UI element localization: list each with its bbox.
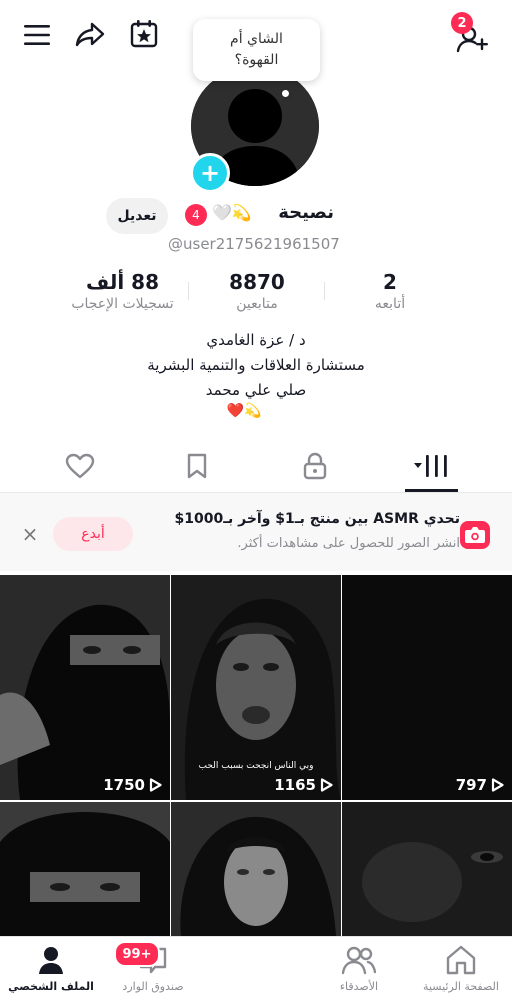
play-icon — [149, 778, 162, 792]
nav-friends-label: الأصدقاء — [339, 980, 379, 993]
view-count-value: 1165 — [274, 776, 316, 794]
menu-icon[interactable] — [22, 20, 52, 50]
username: @user2175621961507 — [168, 235, 340, 253]
likes-count[interactable]: 88 ألف — [60, 270, 185, 294]
tab-liked[interactable] — [16, 442, 144, 490]
bio-line: صلي علي محمد — [205, 381, 307, 399]
bottom-nav: الصفحة الرئيسية الأصدقاء صندوق الوارد 99… — [0, 936, 512, 1001]
stat-divider — [188, 282, 189, 300]
challenge-subtitle: انشر الصور للحصول على مشاهدات أكثر. — [237, 536, 460, 551]
stat-divider — [324, 282, 325, 300]
home-icon — [410, 945, 512, 975]
notification-badge[interactable]: 4 — [185, 204, 207, 226]
view-count: 797 — [456, 776, 504, 794]
friends-icon — [308, 945, 410, 975]
followers-label[interactable]: متابعين — [210, 296, 304, 312]
tab-saved[interactable] — [133, 442, 261, 490]
challenge-title: تحدي ASMR بين منتج بـ1$ وآخر بـ1000$ — [174, 511, 460, 527]
calendar-star-icon[interactable] — [127, 17, 161, 51]
lock-icon — [303, 452, 327, 480]
play-icon — [491, 778, 504, 792]
view-count-value: 797 — [455, 776, 487, 794]
inbox-badge: 99+ — [114, 941, 160, 967]
challenge-create-button[interactable]: أبدع — [53, 517, 133, 551]
view-count: 1165 — [274, 776, 333, 794]
nav-profile[interactable]: الملف الشخصي — [0, 937, 102, 1001]
video-thumbnail[interactable]: وبي الناس انجحت بسبب الحب 1165 — [171, 575, 341, 800]
tab-videos[interactable] — [368, 442, 496, 490]
nav-friends[interactable]: الأصدقاء — [308, 937, 410, 1001]
play-icon — [320, 778, 333, 792]
heart-icon — [65, 453, 95, 479]
camera-icon — [460, 521, 490, 549]
edit-profile-button[interactable]: تعديل — [106, 198, 168, 234]
bubble-tail — [282, 90, 289, 97]
video-caption: وبي الناس انجحت بسبب الحب — [198, 761, 314, 771]
bio-line: د / عزة الغامدي — [206, 331, 306, 349]
status-bubble[interactable]: الشاي أم القهوة؟ — [193, 19, 320, 81]
video-thumbnail[interactable]: 797 — [342, 575, 512, 800]
video-thumbnail[interactable] — [171, 802, 341, 936]
status-bubble-text: الشاي أم القهوة؟ — [230, 31, 283, 68]
nav-profile-label: الملف الشخصي — [8, 980, 94, 993]
followers-count[interactable]: 8870 — [210, 270, 304, 294]
add-avatar-button[interactable]: + — [190, 153, 230, 193]
bookmark-icon — [187, 453, 207, 479]
following-label[interactable]: أتابعه — [350, 296, 430, 312]
nav-inbox-label: صندوق الوارد — [122, 980, 184, 993]
view-count-value: 1750 — [103, 776, 145, 794]
tab-private[interactable] — [251, 442, 379, 490]
name-emoji: 🤍💫 — [212, 203, 252, 222]
profile-icon — [0, 945, 102, 975]
nav-home[interactable]: الصفحة الرئيسية — [410, 937, 512, 1001]
bio-line: مستشارة العلاقات والتنمية البشرية — [147, 356, 365, 374]
nav-home-label: الصفحة الرئيسية — [423, 980, 499, 993]
video-thumbnail[interactable] — [342, 802, 512, 936]
display-name: نصيحة — [278, 202, 334, 223]
grid-icon — [414, 455, 447, 477]
share-icon[interactable] — [73, 19, 107, 51]
view-count: 1750 — [103, 776, 162, 794]
video-thumbnail[interactable] — [0, 802, 170, 936]
content-tabs — [0, 442, 512, 493]
following-count[interactable]: 2 — [350, 270, 430, 294]
bio-line: 💫❤️ — [226, 403, 262, 419]
likes-label[interactable]: تسجيلات الإعجاب — [60, 296, 185, 312]
follow-request-badge: 2 — [451, 12, 473, 34]
close-icon[interactable]: × — [20, 522, 40, 546]
video-thumbnail[interactable]: 1750 — [0, 575, 170, 800]
active-tab-indicator — [405, 489, 458, 492]
